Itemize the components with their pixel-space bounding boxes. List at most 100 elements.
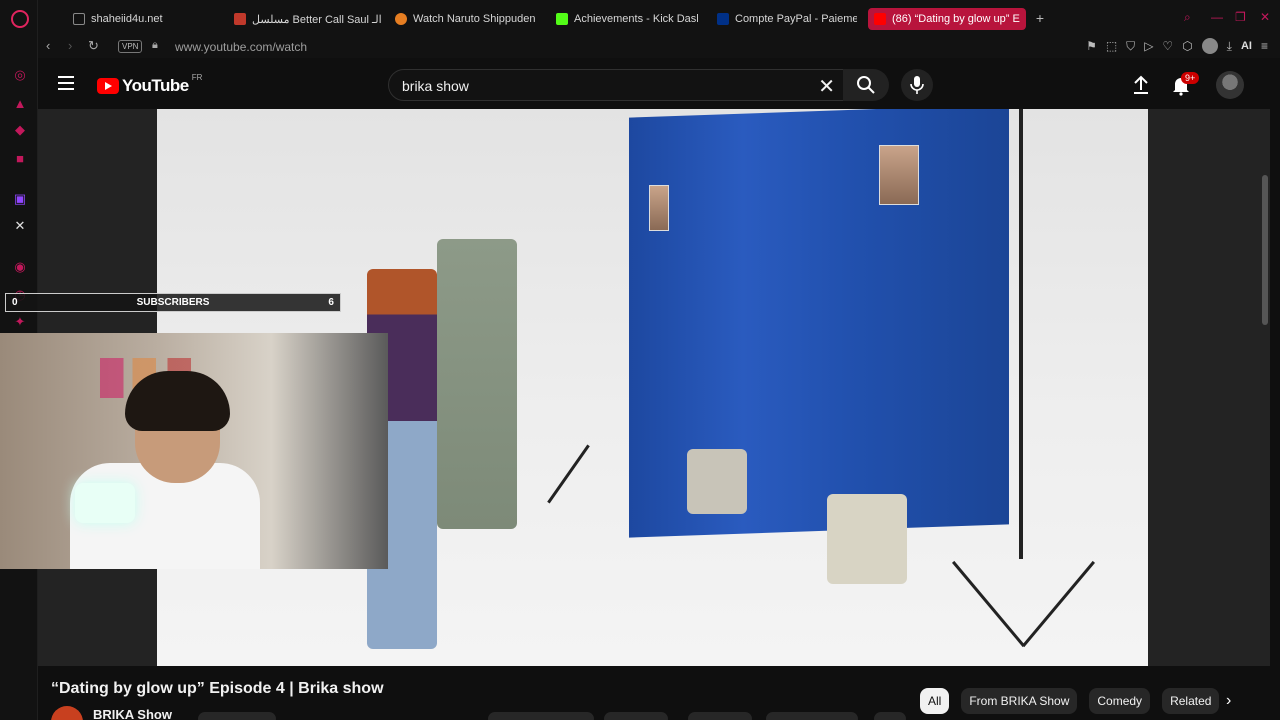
opera-logo-icon[interactable] bbox=[11, 10, 29, 28]
maximize-icon[interactable]: ❐ bbox=[1235, 10, 1246, 24]
chip-related[interactable]: Related bbox=[1162, 688, 1220, 714]
tab-label: Compte PayPal - Paiemen bbox=[735, 13, 857, 25]
tag-icon[interactable]: ◆ bbox=[11, 121, 29, 139]
goal-start-value: 0 bbox=[12, 297, 18, 308]
man-in-suit bbox=[437, 239, 517, 529]
tab-paypal[interactable]: Compte PayPal - Paiemen bbox=[717, 8, 857, 30]
close-window-icon[interactable]: ✕ bbox=[1260, 10, 1270, 24]
tab-search-icon[interactable]: ⌕ bbox=[1184, 10, 1191, 25]
search-box[interactable]: brika show ✕ bbox=[388, 69, 848, 101]
tripod-leg bbox=[547, 444, 590, 504]
tab-label: (86) “Dating by glow up” E bbox=[892, 13, 1020, 25]
x-twitter-icon[interactable]: ✕ bbox=[11, 217, 29, 235]
chip-from-channel[interactable]: From BRIKA Show bbox=[961, 688, 1078, 714]
aria-ai-button[interactable]: AI bbox=[1241, 40, 1252, 52]
address-bar-row: ‹ › ↻ VPN 🔒︎ www.youtube.com/watch ⚑ ⬚ ⛉… bbox=[38, 36, 1280, 58]
bookmark-icon[interactable]: ⚑ bbox=[1086, 39, 1097, 53]
subscribe-button[interactable] bbox=[198, 712, 276, 720]
player-icon[interactable]: ◉ bbox=[11, 258, 29, 276]
tripod-leg bbox=[951, 560, 1026, 648]
channel-name[interactable]: BRIKA Show bbox=[93, 707, 172, 720]
notification-badge: 9+ bbox=[1181, 72, 1200, 84]
upload-icon[interactable] bbox=[1130, 74, 1152, 96]
page-scrollbar[interactable] bbox=[1262, 175, 1268, 325]
goal-label: SUBSCRIBERS bbox=[136, 297, 210, 308]
vpn-badge[interactable]: VPN bbox=[118, 40, 143, 53]
profile-avatar[interactable] bbox=[1201, 38, 1218, 54]
youtube-header: YouTube FR brika show ✕ 9+ bbox=[38, 58, 1280, 110]
back-icon[interactable]: ‹ bbox=[46, 38, 50, 53]
bag-icon[interactable]: ▲ bbox=[11, 94, 29, 112]
kick-icon bbox=[556, 13, 568, 25]
search-icon bbox=[857, 76, 875, 94]
aria-icon[interactable]: ◎ bbox=[11, 66, 29, 84]
top-cinema-icon bbox=[234, 13, 246, 25]
search-input[interactable]: brika show bbox=[402, 78, 469, 94]
ring-light bbox=[75, 483, 135, 523]
clear-search-icon[interactable]: ✕ bbox=[818, 74, 835, 99]
address-input[interactable]: www.youtube.com/watch bbox=[175, 40, 307, 54]
reload-icon[interactable]: ↻ bbox=[88, 38, 99, 54]
tripod-leg bbox=[1021, 560, 1096, 648]
voice-search-button[interactable] bbox=[901, 69, 933, 101]
play-icon[interactable]: ▷ bbox=[1144, 39, 1153, 53]
account-avatar[interactable] bbox=[1216, 71, 1244, 99]
tab-shaheiid[interactable]: shaheiid4u.net bbox=[73, 8, 213, 30]
share-button[interactable] bbox=[604, 712, 668, 720]
blue-curtain bbox=[629, 109, 1009, 538]
youtube-logo[interactable]: YouTube FR bbox=[97, 72, 203, 96]
twitch-icon[interactable]: ▣ bbox=[11, 190, 29, 208]
download-button[interactable] bbox=[766, 712, 858, 720]
chip-all[interactable]: All bbox=[920, 688, 950, 714]
extensions-icon[interactable]: ⬡ bbox=[1182, 39, 1192, 53]
chip-comedy[interactable]: Comedy bbox=[1089, 688, 1151, 714]
channel-avatar[interactable] bbox=[51, 706, 83, 720]
subscriber-goal-bar: 0 SUBSCRIBERS 6 bbox=[5, 293, 341, 312]
hamburger-menu-icon[interactable] bbox=[58, 76, 74, 90]
youtube-play-icon bbox=[97, 78, 119, 94]
channel-row: BRIKA Show bbox=[51, 706, 172, 720]
stand-pole bbox=[1019, 109, 1023, 559]
download-icon[interactable]: ⤓ bbox=[1227, 39, 1232, 54]
tab-label: مسلسل Better Call Saul الـ bbox=[252, 13, 382, 26]
tab-kick[interactable]: Achievements - Kick Dash bbox=[556, 8, 698, 30]
streamer-hair bbox=[125, 371, 230, 431]
lock-icon[interactable]: 🔒︎ bbox=[152, 39, 158, 52]
snapshot-icon[interactable]: ⬚ bbox=[1106, 39, 1117, 53]
tab-bar: shaheiid4u.net مسلسل Better Call Saul ال… bbox=[38, 0, 1280, 36]
webcam-overlay bbox=[0, 333, 388, 569]
chevron-right-icon[interactable]: › bbox=[1226, 692, 1231, 710]
pinned-photo bbox=[649, 185, 669, 231]
search-button[interactable] bbox=[843, 69, 889, 101]
goal-end-value: 6 bbox=[328, 297, 334, 308]
video-title: “Dating by glow up” Episode 4 | Brika sh… bbox=[51, 680, 384, 697]
paypal-icon bbox=[717, 13, 729, 25]
tab-youtube-active[interactable]: (86) “Dating by glow up” E bbox=[868, 8, 1026, 30]
save-button[interactable] bbox=[688, 712, 752, 720]
youtube-icon bbox=[874, 13, 886, 25]
minimize-icon[interactable]: — bbox=[1211, 10, 1223, 24]
youtube-wordmark: YouTube bbox=[122, 76, 189, 95]
pinned-photo bbox=[879, 145, 919, 205]
shield-icon[interactable]: ⛉ bbox=[1126, 39, 1135, 54]
country-code: FR bbox=[191, 72, 203, 82]
tab-label: Watch Naruto Shippuden bbox=[413, 13, 536, 25]
legs-behind-curtain bbox=[687, 449, 747, 514]
browser-toolbar: ⚑ ⬚ ⛉ ▷ ♡ ⬡ ⤓ AI ≡ bbox=[1086, 38, 1268, 54]
heart-icon[interactable]: ♡ bbox=[1162, 39, 1173, 53]
new-tab-plus-icon[interactable]: + bbox=[1031, 9, 1049, 27]
page-icon bbox=[73, 13, 85, 25]
extensions-icon[interactable]: ✦ bbox=[11, 313, 29, 331]
forward-icon[interactable]: › bbox=[68, 38, 72, 53]
related-chips: All From BRIKA Show Comedy Related bbox=[920, 688, 1220, 714]
tab-label: shaheiid4u.net bbox=[91, 13, 163, 25]
microphone-icon bbox=[910, 76, 924, 94]
menu-icon[interactable]: ≡ bbox=[1261, 39, 1268, 53]
screen: ◎ ▲ ◆ ■ ▣ ✕ ◉ ◷ ✦ shaheiid4u.net مسلسل B… bbox=[0, 0, 1280, 720]
tab-label: Achievements - Kick Dash bbox=[574, 13, 698, 25]
tab-naruto[interactable]: Watch Naruto Shippuden bbox=[395, 8, 537, 30]
like-dislike-button[interactable] bbox=[488, 712, 594, 720]
more-actions-button[interactable] bbox=[874, 712, 906, 720]
messenger-icon[interactable]: ■ bbox=[11, 149, 29, 167]
tab-better-call-saul[interactable]: مسلسل Better Call Saul الـ bbox=[234, 8, 382, 30]
